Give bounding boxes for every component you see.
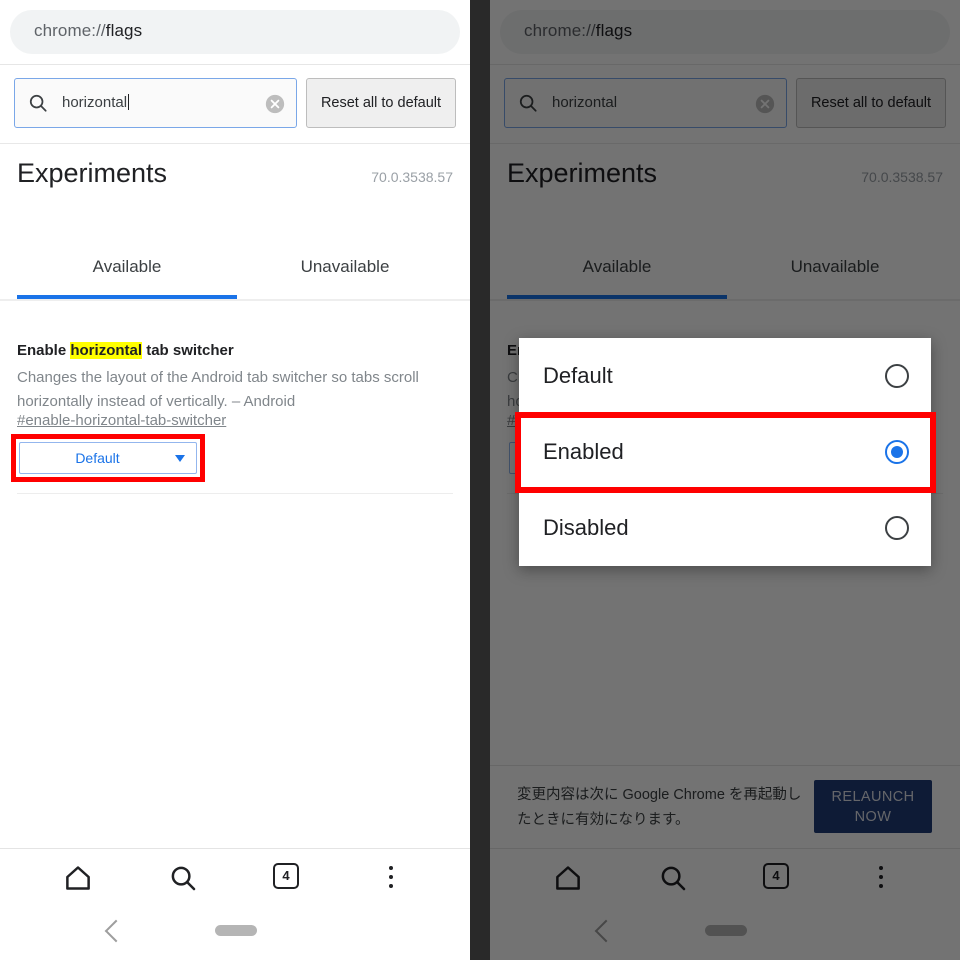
list-divider [17,493,453,494]
nav-search-button[interactable] [168,863,198,893]
tab-count-badge: 4 [273,863,299,889]
back-chevron-icon[interactable] [104,919,128,943]
flag-title-prefix: Enable [17,342,71,359]
nav-overflow-menu-button[interactable] [378,863,408,896]
flag-description: Changes the layout of the Android tab sw… [17,369,419,410]
nav-tab-switcher-button[interactable]: 4 [273,863,303,893]
annotation-highlight-enabled-option [515,412,936,493]
home-pill-handle[interactable] [215,925,257,936]
reset-all-to-default-button[interactable]: Reset all to default [306,78,456,128]
omnibox-url: chrome://flags [34,21,142,41]
omnibox-url-scheme: chrome:// [34,21,106,40]
page-title: Experiments [17,158,168,188]
tab-available[interactable]: Available [17,257,237,277]
search-icon [171,866,196,891]
dialog-option-label: Default [543,363,613,388]
overflow-menu-icon [389,866,393,870]
home-icon [66,866,90,890]
clear-search-icon[interactable] [264,93,286,115]
flag-title: Enable horizontal tab switcher [17,342,234,359]
overflow-menu-icon [389,884,393,888]
flag-title-highlight: horizontal [70,342,143,359]
text-caret [128,94,130,110]
browser-toolbar: chrome://flags [0,0,470,65]
search-input[interactable]: horizontal [14,78,297,128]
screenshot-root: chrome://flags horizontal Reset all to d… [0,0,960,960]
flag-title-suffix: tab switcher [142,342,234,359]
flag-anchor-link[interactable]: #enable-horizontal-tab-switcher [17,412,226,429]
annotation-highlight-select [11,434,205,482]
dialog-option-disabled[interactable]: Disabled [519,490,931,566]
tab-bar: Available Unavailable [0,244,470,301]
omnibox-url-path: flags [105,21,143,40]
dialog-option-label: Disabled [543,515,629,540]
left-panel-before-state: chrome://flags horizontal Reset all to d… [0,0,470,960]
omnibox[interactable]: chrome://flags [10,10,460,54]
radio-button-unselected-icon[interactable] [885,516,909,540]
search-icon [29,94,47,112]
search-input-value: horizontal [62,94,130,111]
chrome-version-label: 70.0.3538.57 [371,169,453,185]
overflow-menu-icon [389,875,393,879]
radio-button-unselected-icon[interactable] [885,364,909,388]
search-text: horizontal [62,94,128,111]
nav-home-button[interactable] [63,863,93,893]
panel-gutter [470,0,490,960]
android-navigation-bar [0,907,470,960]
browser-bottom-nav: 4 [0,848,470,908]
active-tab-indicator [17,295,237,299]
dialog-option-default[interactable]: Default [519,338,931,414]
experiments-header: Experiments 70.0.3538.57 [0,144,470,244]
flags-search-row: horizontal Reset all to default [0,65,470,144]
tab-unavailable[interactable]: Unavailable [237,257,453,277]
right-panel-after-state: chrome://flags horizontal Reset all to d… [490,0,960,960]
